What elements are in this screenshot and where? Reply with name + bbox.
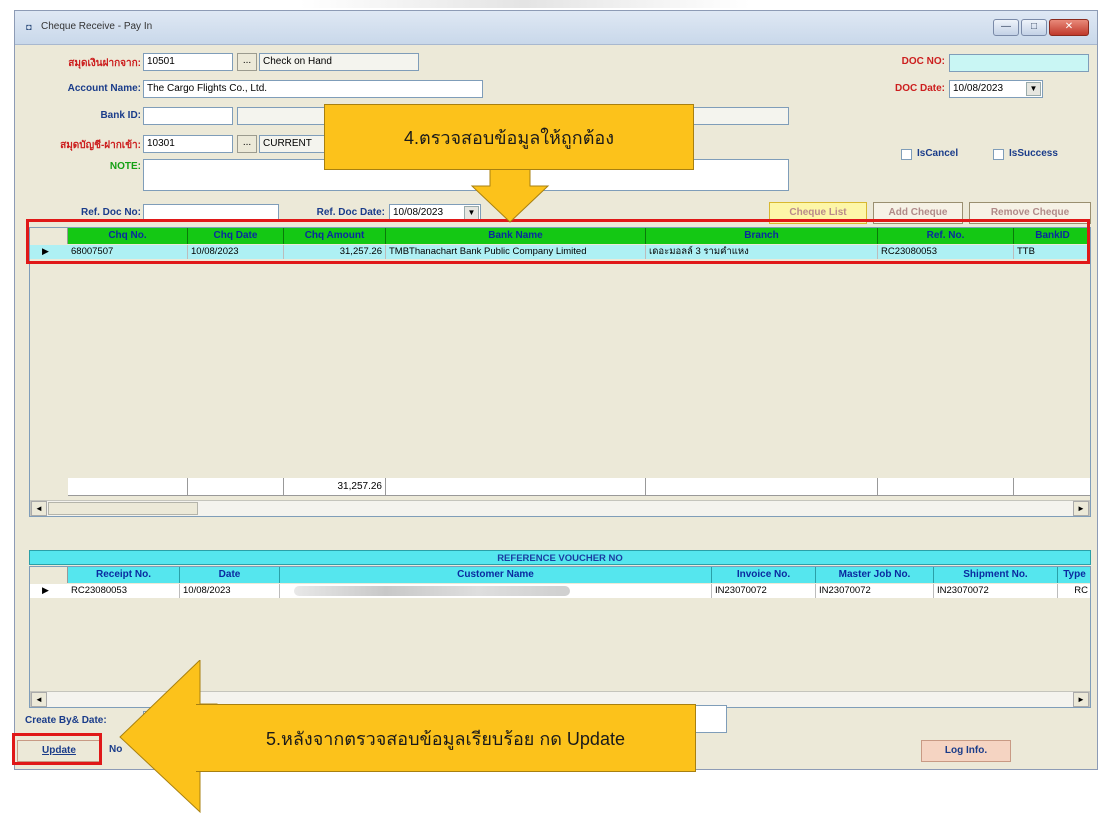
step4-arrow-icon [470,168,550,223]
ref-doc-date-label: Ref. Doc Date: [316,207,385,218]
ledger-code-input[interactable]: 10501 [143,53,233,71]
close-button[interactable]: ✕ [1049,19,1089,36]
cell-shipment-no[interactable]: IN23070072 [934,584,1058,598]
doc-no-label: DOC NO: [901,56,945,67]
total-blank-1 [68,478,188,496]
customer-name-blurred [294,586,570,596]
total-blank-5 [878,478,1014,496]
update-button-highlight [12,733,102,765]
col-shipment-no[interactable]: Shipment No. [934,567,1058,583]
doc-no-input[interactable] [949,54,1089,72]
col-customer-name[interactable]: Customer Name [280,567,712,583]
cell-invoice-no[interactable]: IN23070072 [712,584,816,598]
cell-receipt-no[interactable]: RC23080053 [68,584,180,598]
title-bar: ◘ Cheque Receive - Pay In — □ ✕ [15,11,1097,45]
cell-master-job-no[interactable]: IN23070072 [816,584,934,598]
cheque-grid: Chq No. Chq Date Chq Amount Bank Name Br… [29,227,1091,517]
doc-date-label: DOC Date: [894,83,945,94]
window-title: Cheque Receive - Pay In [41,21,153,32]
step4-callout: 4.ตรวจสอบข้อมูลให้ถูกต้อง [324,104,694,170]
deposit-lookup-button[interactable]: ... [237,135,257,153]
ref-doc-no-label: Ref. Doc No: [81,207,141,218]
app-icon: ◘ [26,22,32,32]
deposit-account-label: สมุดบัญชี-ฝากเข้า: [60,140,141,151]
doc-date-dropdown-icon[interactable]: ▼ [1026,82,1041,96]
ledger-lookup-button[interactable]: ... [237,53,257,71]
top-fade [300,0,750,8]
col-invoice-no[interactable]: Invoice No. [712,567,816,583]
cell-type[interactable]: RC [1058,584,1090,598]
step5-callout: 5.หลังจากตรวจสอบข้อมูลเรียบร้อย กด Updat… [196,704,696,772]
total-blank-4 [646,478,878,496]
scroll-right-icon[interactable]: ► [1073,501,1089,516]
ledger-label: สมุดเงินฝากจาก: [68,58,141,69]
voucher-col-header[interactable] [30,567,68,583]
maximize-button[interactable]: □ [1021,19,1047,36]
account-name-input[interactable]: The Cargo Flights Co., Ltd. [143,80,483,98]
cheque-row-highlight [26,219,1090,264]
is-success-label: IsSuccess [1009,148,1058,159]
col-date[interactable]: Date [180,567,280,583]
total-blank-3 [386,478,646,496]
note-label: NOTE: [109,161,141,172]
total-amount: 31,257.26 [284,478,386,496]
scroll-right-icon[interactable]: ► [1073,692,1089,707]
voucher-title: REFERENCE VOUCHER NO [29,550,1091,565]
scroll-left-icon[interactable]: ◄ [31,501,47,516]
ledger-name-field: Check on Hand [259,53,419,71]
log-info-button[interactable]: Log Info. [921,740,1011,762]
col-master-job-no[interactable]: Master Job No. [816,567,934,583]
is-cancel-label: IsCancel [917,148,959,159]
account-name-label: Account Name: [67,83,141,94]
bank-id-label: Bank ID: [100,110,141,121]
scroll-thumb[interactable] [48,502,198,515]
total-blank-6 [1014,478,1090,496]
is-cancel-checkbox[interactable] [901,149,912,160]
col-receipt-no[interactable]: Receipt No. [68,567,180,583]
total-blank-2 [188,478,284,496]
row-indicator-icon: ▶ [42,585,49,595]
bank-id-input[interactable] [143,107,233,125]
is-success-checkbox[interactable] [993,149,1004,160]
cell-date[interactable]: 10/08/2023 [180,584,280,598]
col-type[interactable]: Type [1058,567,1090,583]
minimize-button[interactable]: — [993,19,1019,36]
deposit-code-input[interactable]: 10301 [143,135,233,153]
scroll-left-icon[interactable]: ◄ [31,692,47,707]
